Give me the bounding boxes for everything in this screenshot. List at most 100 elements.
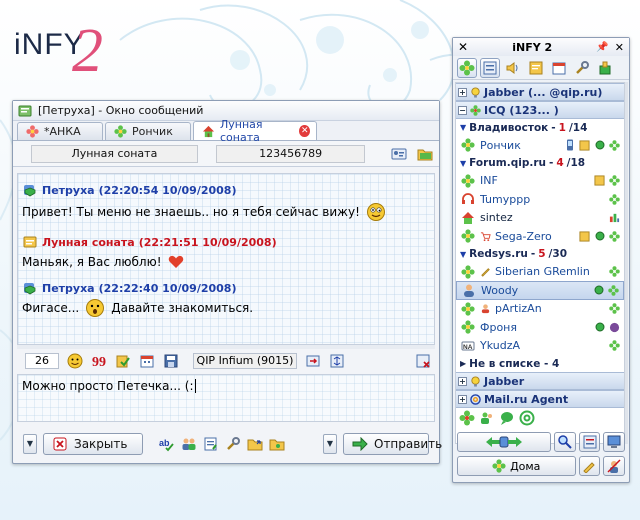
calendar-tool-icon[interactable] <box>549 58 569 78</box>
group-redsys[interactable]: ▼ Redsys.ru - 5/30 <box>456 246 624 263</box>
smiley-icon[interactable] <box>67 353 83 369</box>
contact-item[interactable]: Siberian GRemlin <box>456 263 624 282</box>
privacy-button[interactable] <box>603 456 625 476</box>
house-icon <box>200 123 216 139</box>
calendar-icon[interactable] <box>139 353 155 369</box>
message-author: Лунная соната <box>42 235 135 249</box>
contact-item[interactable]: Sega-Zero <box>456 227 624 246</box>
expand-icon[interactable]: + <box>458 87 467 97</box>
message-body: Привет! Ты меню не знаешь.. но я тебя се… <box>22 205 360 219</box>
contact-folder-icon[interactable] <box>269 436 285 452</box>
status-button[interactable]: Дома <box>457 456 576 476</box>
contact-list-scrollbar[interactable] <box>625 82 628 444</box>
close-icon[interactable]: ✕ <box>458 40 468 54</box>
notes-tool-icon[interactable] <box>526 58 546 78</box>
user-badge-icon <box>22 234 38 250</box>
spell-check-icon[interactable]: ab <box>159 436 175 452</box>
options-dropdown-button[interactable]: ▼ <box>23 434 37 454</box>
protocol-icons <box>459 410 535 426</box>
main-menu-tool-icon[interactable] <box>480 57 500 78</box>
send-file-icon[interactable] <box>305 353 321 369</box>
tab-anka[interactable]: *АНКА <box>17 122 103 140</box>
message-input[interactable]: Можно просто Петечка... (: <box>17 374 435 422</box>
status-dot-icon <box>594 231 605 242</box>
send-arrow-icon <box>352 436 368 452</box>
contact-item[interactable]: sintez <box>456 209 624 228</box>
menu-button[interactable] <box>578 432 601 452</box>
search-users-button[interactable] <box>554 432 576 452</box>
folder-icon[interactable] <box>417 146 433 162</box>
send-button[interactable]: Отправить <box>343 433 442 455</box>
group-name: Forum.qip.ru <box>469 157 546 169</box>
contact-item[interactable]: Фроня <box>456 318 624 337</box>
settings-tool-icon[interactable] <box>572 58 592 78</box>
users-protocol-icon[interactable] <box>479 410 495 426</box>
client-icon <box>608 285 619 296</box>
network-button[interactable] <box>457 432 552 452</box>
system-button[interactable] <box>603 432 625 452</box>
text-format-icon[interactable] <box>329 353 345 369</box>
close-window-icon[interactable] <box>415 353 431 369</box>
account-jabber-2[interactable]: + Jabber <box>456 372 624 390</box>
shield-user-icon <box>22 280 38 296</box>
client-icon <box>609 140 620 151</box>
message-author: Петруха <box>42 281 95 295</box>
edit-status-button[interactable] <box>578 456 601 476</box>
sound-tool-icon[interactable] <box>503 58 523 78</box>
close-window-icon[interactable]: ✕ <box>615 41 624 54</box>
chat-history[interactable]: Петруха (22:20:54 10/09/2008) Привет! Ты… <box>17 173 435 345</box>
char-counter: 26 <box>25 353 59 369</box>
tab-ronchik[interactable]: Рончик <box>105 122 191 140</box>
account-icq[interactable]: − ICQ (123... ) <box>456 101 624 119</box>
tools-icon[interactable] <box>225 436 241 452</box>
contact-item[interactable]: Рончик <box>456 136 624 155</box>
chat-protocol-icon[interactable] <box>499 410 515 426</box>
contact-item-selected[interactable]: Woody <box>456 281 624 300</box>
group-forum-qip[interactable]: ▼ Forum.qip.ru - 4/18 <box>456 155 624 172</box>
contact-list-controls <box>457 432 625 454</box>
message-time: (22:22:40 10/09/2008) <box>98 281 237 295</box>
close-button[interactable]: Закрыть <box>43 433 143 455</box>
paste-icon[interactable] <box>115 353 131 369</box>
group-not-in-list[interactable]: ▶ Не в списке - 4 <box>456 355 624 372</box>
account-mailru[interactable]: + Mail.ru Agent <box>456 390 624 408</box>
client-icon <box>609 266 620 277</box>
close-tab-icon[interactable]: ✕ <box>299 125 310 137</box>
expand-icon[interactable]: + <box>458 376 467 386</box>
group-name: Redsys.ru <box>469 248 528 260</box>
house-status-icon <box>460 210 476 226</box>
folder-send-icon[interactable] <box>247 436 263 452</box>
note-icon <box>579 140 590 151</box>
online-flower-icon <box>460 264 476 280</box>
contact-item[interactable]: pArtizAn <box>456 300 624 319</box>
quote-icon[interactable]: 99 <box>91 353 107 369</box>
save-icon[interactable] <box>163 353 179 369</box>
contact-item[interactable]: NA YkudzA <box>456 337 624 356</box>
send-options-dropdown-button[interactable]: ▼ <box>323 434 337 454</box>
collapse-icon[interactable]: − <box>458 105 467 115</box>
contact-item[interactable]: INF <box>456 172 624 191</box>
contact-item[interactable]: Tumyppp <box>456 190 624 209</box>
group-online-count: 1 <box>558 121 566 134</box>
group-vladivostok[interactable]: ▼ Владивосток - 1/14 <box>456 119 624 136</box>
contact-name: pArtizAn <box>495 302 542 316</box>
user-card-icon[interactable] <box>391 146 407 162</box>
contact-list: + Jabber (... @qip.ru) − ICQ (123... ) ▼… <box>455 82 625 444</box>
users-icon[interactable] <box>181 436 197 452</box>
expand-icon[interactable]: + <box>458 394 467 404</box>
contacts-tool-icon[interactable] <box>457 57 477 78</box>
plugins-tool-icon[interactable] <box>595 58 615 78</box>
message-text: Привет! Ты меню не знаешь.. но я тебя се… <box>22 202 386 222</box>
contact-name: sintez <box>480 211 513 225</box>
history-icon[interactable] <box>203 436 219 452</box>
pencil-icon <box>480 266 491 277</box>
tab-lunnaya-sonata[interactable]: Лунная соната ✕ <box>193 118 317 144</box>
at-protocol-icon[interactable] <box>519 410 535 426</box>
contact-list-window: ✕ iNFY 2 📌 ✕ + Jabber (... @qip.ru) − IC… <box>452 37 630 483</box>
chat-splitter[interactable] <box>17 345 435 349</box>
account-jabber[interactable]: + Jabber (... @qip.ru) <box>456 83 624 101</box>
client-icon <box>609 231 620 242</box>
pin-icon[interactable]: 📌 <box>596 42 608 53</box>
icq-protocol-icon[interactable] <box>459 410 475 426</box>
contact-list-titlebar[interactable]: ✕ iNFY 2 📌 ✕ <box>453 38 629 56</box>
